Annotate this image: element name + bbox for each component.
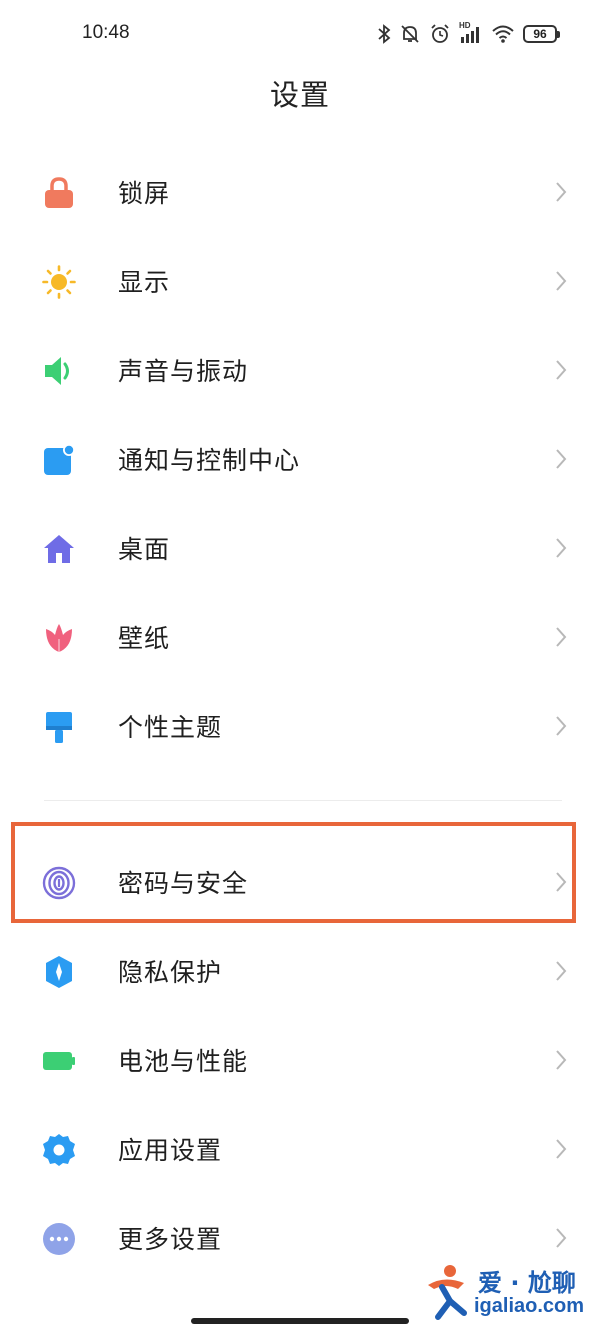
section-divider [44, 800, 562, 801]
speaker-icon [45, 356, 69, 385]
lock-icon [45, 176, 73, 208]
highlight-box [11, 822, 576, 923]
settings-item-wallpaper[interactable]: 壁纸 [0, 592, 600, 681]
settings-item-sound-vibration[interactable]: 声音与振动 [0, 325, 600, 414]
more-icon [43, 1222, 75, 1255]
chevron-right-icon [556, 1138, 567, 1159]
gear-icon [43, 1133, 75, 1166]
settings-item-label: 应用设置 [118, 1135, 223, 1165]
settings-item-display[interactable]: 显示 [0, 236, 600, 325]
bell-off-icon [401, 25, 419, 43]
settings-item-app-settings[interactable]: 应用设置 [0, 1104, 600, 1193]
chevron-right-icon [556, 270, 567, 291]
tulip-icon [46, 623, 72, 652]
chevron-right-icon [556, 1227, 567, 1248]
settings-item-notification-control[interactable]: 通知与控制中心 [0, 414, 600, 503]
settings-item-label: 电池与性能 [118, 1046, 249, 1076]
chevron-right-icon [556, 448, 567, 469]
watermark: 爱 · 尬聊 igaliao.com [420, 1261, 590, 1323]
page-title: 设置 [269, 78, 330, 112]
settings-item-label: 壁纸 [118, 623, 171, 653]
status-icons: HD 96 [377, 21, 560, 46]
settings-item-privacy[interactable]: 隐私保护 [0, 926, 600, 1015]
chevron-right-icon [556, 626, 567, 647]
battery-icon [43, 1051, 75, 1070]
settings-item-desktop[interactable]: 桌面 [0, 503, 600, 592]
status-bar: 10:48 HD 96 [0, 0, 600, 68]
chevron-right-icon [556, 181, 567, 202]
alarm-icon [431, 24, 449, 43]
chevron-right-icon [556, 960, 567, 981]
chevron-right-icon [556, 1049, 567, 1070]
settings-item-label: 桌面 [118, 534, 171, 564]
home-indicator[interactable] [191, 1318, 409, 1324]
battery-level: 96 [523, 25, 557, 43]
settings-item-label: 更多设置 [118, 1224, 223, 1254]
notification-icon [44, 443, 75, 475]
paint-roller-icon [46, 711, 72, 743]
home-icon [44, 534, 74, 563]
shield-icon [46, 955, 72, 988]
settings-item-label: 隐私保护 [118, 957, 223, 987]
signal-icon: HD [459, 21, 483, 45]
watermark-title: 爱 · 尬聊 [478, 1269, 576, 1297]
settings-item-label: 声音与振动 [118, 356, 249, 386]
settings-item-label: 通知与控制中心 [118, 445, 301, 475]
watermark-logo-icon [428, 1265, 467, 1320]
settings-item-label: 锁屏 [118, 178, 171, 208]
bluetooth-icon [378, 24, 391, 44]
chevron-right-icon [556, 359, 567, 380]
battery-tip [557, 30, 560, 38]
settings-item-theme[interactable]: 个性主题 [0, 681, 600, 770]
sun-icon [42, 264, 76, 299]
settings-item-lock-screen[interactable]: 锁屏 [0, 147, 600, 236]
settings-item-battery-performance[interactable]: 电池与性能 [0, 1015, 600, 1104]
chevron-right-icon [556, 715, 567, 736]
settings-item-label: 显示 [118, 267, 171, 297]
chevron-right-icon [556, 537, 567, 558]
settings-item-label: 个性主题 [118, 712, 223, 742]
wifi-icon [492, 25, 514, 43]
battery-indicator: 96 [523, 25, 560, 43]
watermark-url: igaliao.com [474, 1295, 585, 1317]
status-time: 10:48 [82, 22, 130, 43]
